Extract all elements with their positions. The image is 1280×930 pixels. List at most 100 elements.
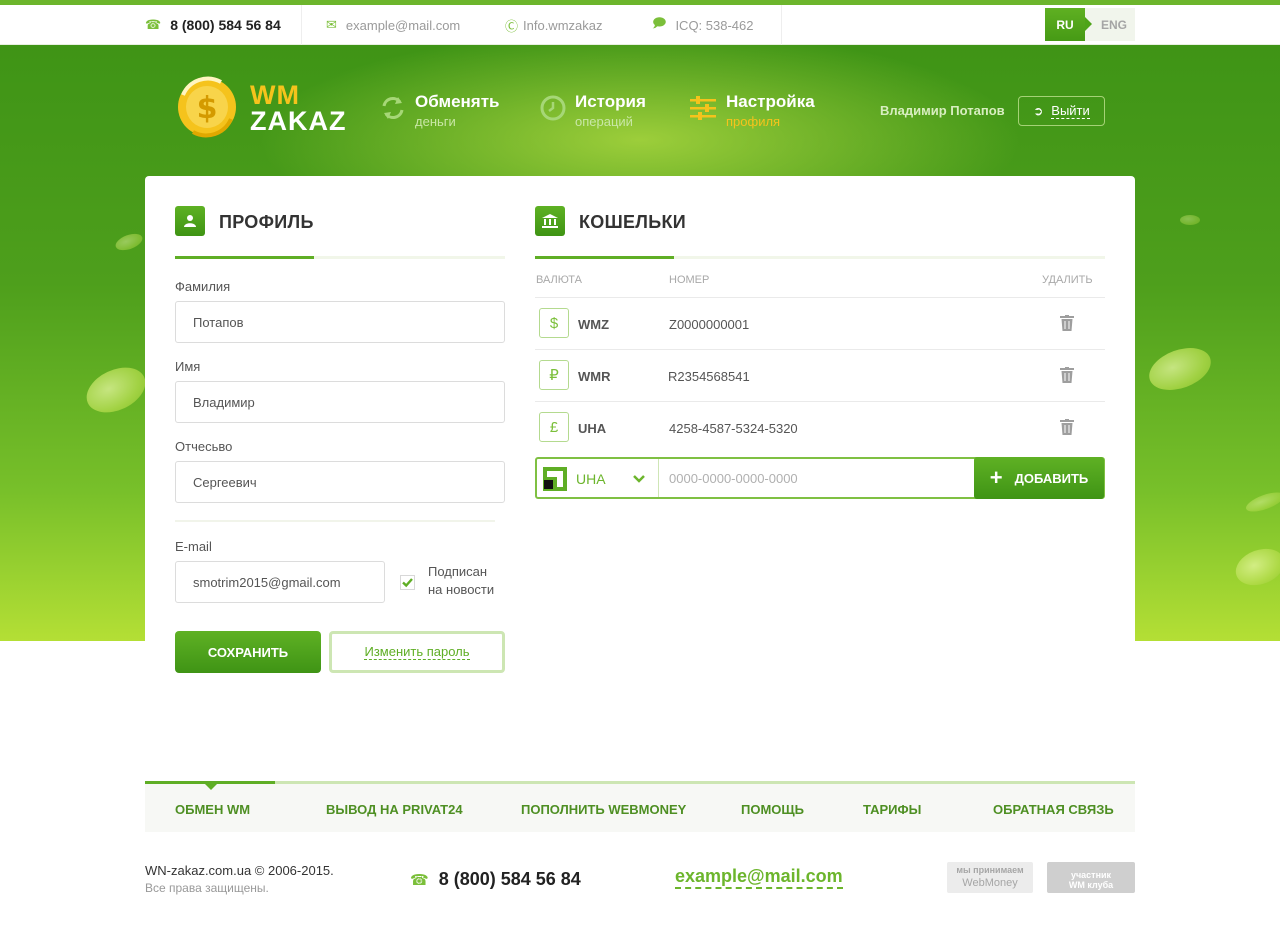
wallet-number: Z0000000001 [669,317,750,332]
change-password-label: Изменить пароль [364,644,470,660]
footer-nav: ОБМЕН WM ВЫВОД НА PRIVAT24 ПОПОЛНИТЬ WEB… [145,781,1135,832]
patronymic-input[interactable]: Сергеевич [175,461,505,503]
user-name[interactable]: Владимир Потапов [880,103,1005,118]
plus-icon: + [989,465,1003,490]
clock-icon [540,95,566,121]
bank-icon [535,206,565,236]
badge-text: участник [1070,870,1112,880]
wallets-title-underline [535,256,1105,259]
surname-label: Фамилия [175,279,231,294]
currency-select-value: UHA [576,471,606,487]
top-email-text: example@mail.com [345,17,461,33]
footer-nav-exchange-wm[interactable]: ОБМЕН WM [175,802,250,817]
top-email[interactable]: ✉ example@mail.com [326,5,460,45]
coin-decoration [1230,542,1280,592]
svg-text:$: $ [197,91,218,126]
lang-ru-button[interactable]: RU [1045,8,1092,41]
email-label: E-mail [175,539,212,554]
col-delete-header: УДАЛИТЬ [1042,274,1093,286]
nav-history-title: История [575,92,646,111]
footer-nav-help[interactable]: ПОМОЩЬ [741,802,804,817]
top-icq-text: ICQ: 538-462 [675,17,754,33]
name-input[interactable]: Владимир [175,381,505,423]
chevron-down-icon [633,475,645,483]
save-button[interactable]: СОХРАНИТЬ [175,631,321,673]
chat-icon: 🗩 [652,15,667,30]
footer-nav-active-indicator [145,781,275,790]
footer-nav-feedback[interactable]: ОБРАТНАЯ СВЯЗЬ [993,802,1114,817]
top-skype-text: Info.wmzakaz [523,17,603,33]
subscribe-label[interactable]: Подписан на новости [428,563,494,599]
divider [175,520,495,522]
footer-email-link[interactable]: example@mail.com [675,866,843,889]
add-wallet-label: ДОБАВИТЬ [1014,470,1089,486]
nav-exchange-sub: деньги [415,114,456,129]
pound-icon: £ [539,412,569,442]
nav-history-sub: операций [575,114,633,129]
top-skype[interactable]: Ⓒ Info.wmzakaz [505,5,603,45]
top-bar: ☎ 8 (800) 584 56 84 ✉ example@mail.com Ⓒ… [0,5,1280,45]
subscribe-checkbox[interactable] [400,575,415,590]
footer-phone[interactable]: ☎ 8 (800) 584 56 84 [410,869,581,890]
trash-icon[interactable] [1060,419,1074,435]
top-phone-text: 8 (800) 584 56 84 [170,17,281,33]
badge-text: WebMoney [962,877,1018,889]
profile-title-underline [175,256,505,259]
trash-icon[interactable] [1060,315,1074,331]
footer-rights: Все права защищены. [145,881,269,895]
row-divider [535,401,1105,402]
wallets-title: КОШЕЛЬКИ [579,212,686,232]
exchange-icon [382,97,404,119]
dollar-icon: $ [539,308,569,338]
footer-nav-tariffs[interactable]: ТАРИФЫ [863,802,921,817]
webmoney-accept-badge[interactable]: мы принимаем WebMoney [947,862,1033,893]
settings-sliders-icon [690,96,716,120]
wallet-number-input[interactable]: 0000-0000-0000-0000 [669,471,798,486]
lang-eng-button[interactable]: ENG [1093,8,1135,41]
logout-button[interactable]: ➲ Выйти [1018,96,1105,126]
envelope-icon: ✉ [326,17,337,32]
change-password-button[interactable]: Изменить пароль [329,631,505,673]
divider [301,5,302,45]
trash-icon[interactable] [1060,367,1074,383]
footer-nav-webmoney[interactable]: ПОПОЛНИТЬ WEBMONEY [521,802,686,817]
coin-decoration [1180,215,1200,225]
wallet-currency: WMR [578,369,611,384]
language-switcher: RU ENG [1045,8,1135,41]
phone-icon: ☎ [145,17,162,32]
logo-text-zakaz: ZAKAZ [250,106,347,136]
wm-club-badge[interactable]: участник WM клуба [1047,862,1135,893]
privat-bank-icon [543,467,567,491]
nav-settings-sub: профиля [726,114,781,129]
footer-phone-text: 8 (800) 584 56 84 [438,869,581,889]
coin-decoration [1243,488,1280,516]
badge-text: мы принимаем [956,865,1024,875]
profile-title: ПРОФИЛЬ [219,212,314,232]
add-wallet-button[interactable]: + ДОБАВИТЬ [974,457,1104,499]
wallet-number: 4258-4587-5324-5320 [669,421,798,436]
top-phone[interactable]: ☎ 8 (800) 584 56 84 [145,5,281,45]
email-input[interactable]: smotrim2015@gmail.com [175,561,385,603]
coin-decoration [1143,340,1217,398]
footer-copyright: WN-zakaz.com.ua © 2006-2015. [145,863,334,878]
ruble-icon: ₽ [539,360,569,390]
nav-exchange-title: Обменять [415,92,500,111]
subscribe-label-line1: Подписан [428,564,488,579]
footer-nav-privat24[interactable]: ВЫВОД НА PRIVAT24 [326,802,463,817]
col-currency-header: ВАЛЮТА [536,274,582,286]
wallet-currency: WMZ [578,317,610,332]
name-label: Имя [175,359,201,374]
row-divider [535,349,1105,350]
surname-input[interactable]: Потапов [175,301,505,343]
top-icq[interactable]: 🗩 ICQ: 538-462 [652,5,753,45]
checkmark-icon [400,575,415,590]
col-number-header: НОМЕР [669,274,710,286]
patronymic-label: Отчесьво [175,439,233,454]
coin-decoration [113,230,145,254]
skype-icon: Ⓒ [505,18,519,34]
currency-select[interactable]: UHA [537,459,659,497]
wallet-currency: UHA [578,421,607,436]
badge-text: WM клуба [1068,880,1114,890]
phone-icon: ☎ [410,871,429,889]
wallet-number: R2354568541 [668,369,750,384]
